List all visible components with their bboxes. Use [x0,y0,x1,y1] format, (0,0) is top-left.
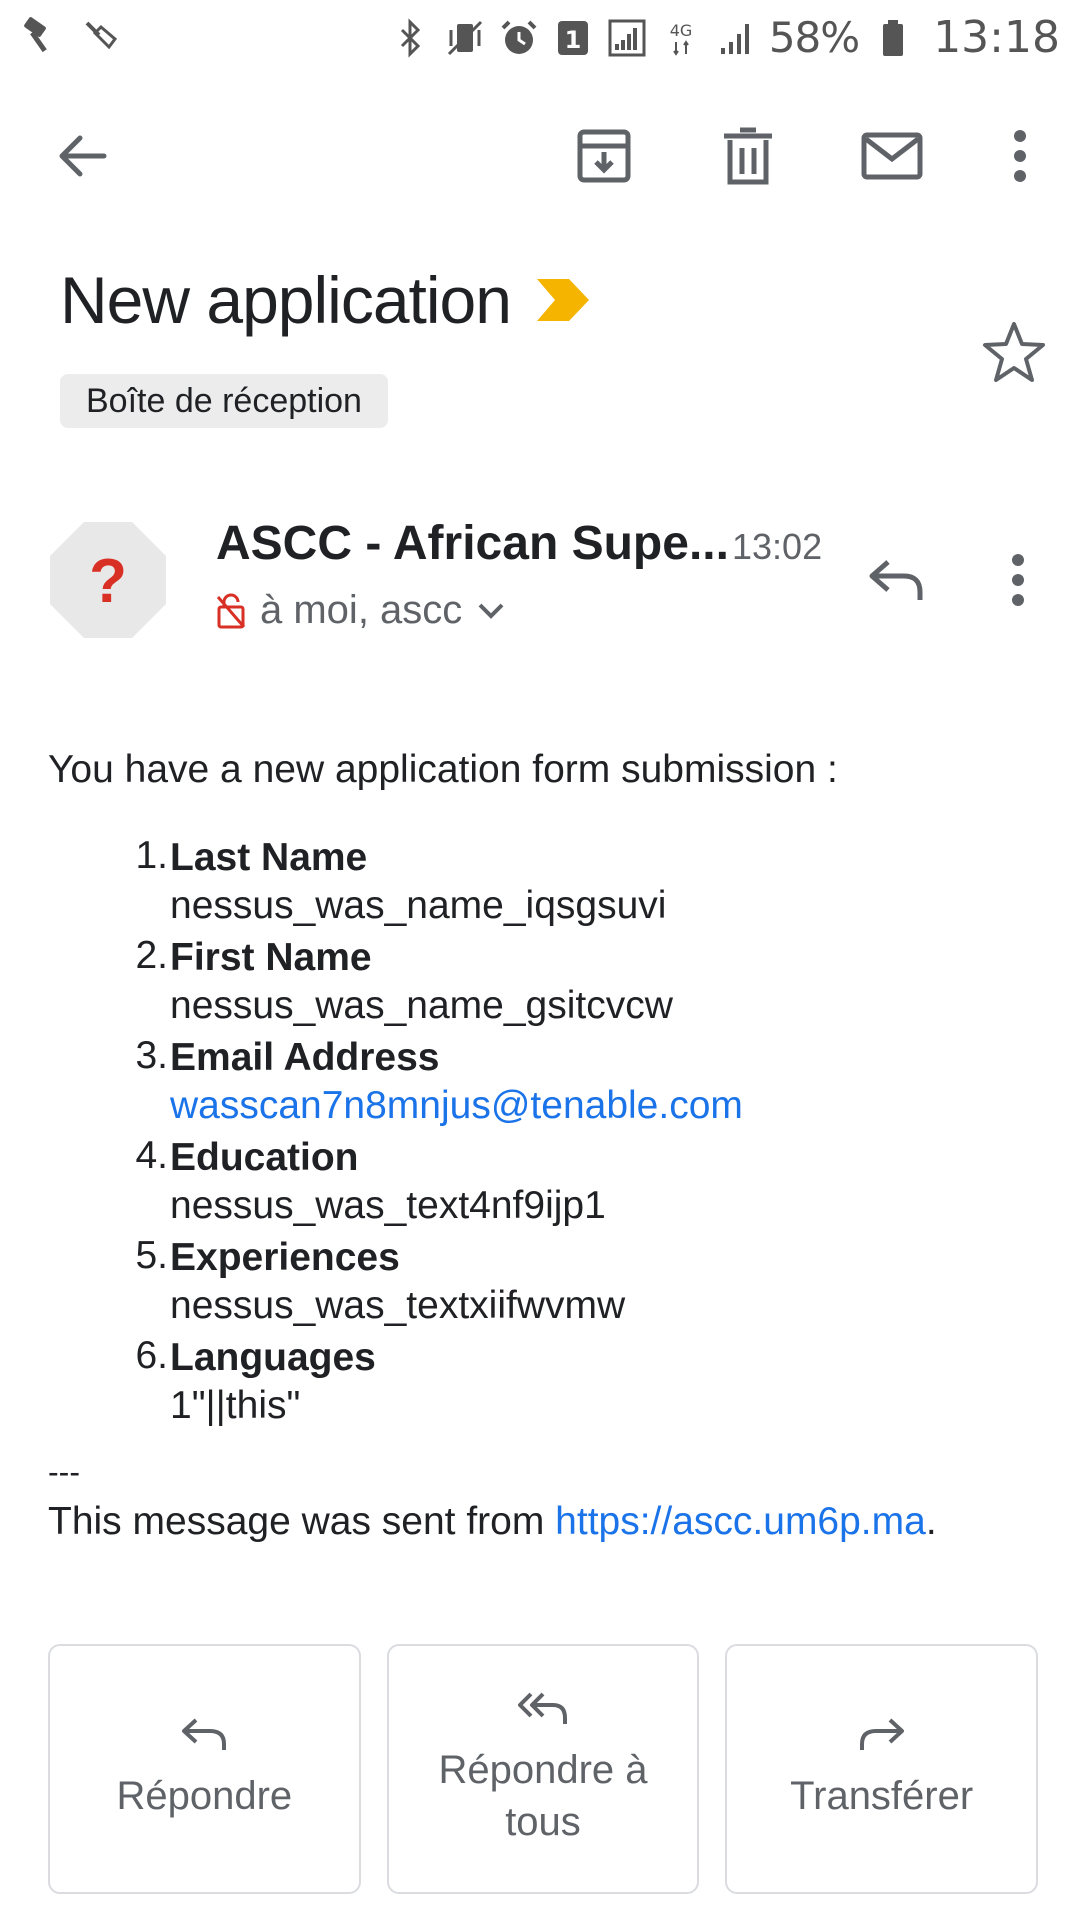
battery-percentage: 58% [768,13,860,62]
email-link[interactable]: wasscan7n8mnjus@tenable.com [170,1082,743,1130]
footer-suffix: . [925,1500,937,1543]
more-vert-icon [1012,554,1024,606]
field-item: 2. First Name nessus_was_name_gsitcvcw [120,934,743,1030]
field-item: 1. Last Name nessus_was_name_iqsgsuvi [120,834,743,930]
delete-button[interactable] [692,100,804,212]
sender-avatar[interactable]: ? [48,520,168,640]
field-value: 1"||this" [170,1384,301,1427]
recipients-text: à moi, ascc [260,588,463,632]
mark-unread-button[interactable] [836,100,948,212]
battery-icon [873,16,913,60]
field-item: 5. Experiences nessus_was_textxiifwvmw [120,1234,743,1330]
importance-marker-icon[interactable] [535,277,591,323]
status-bar: 1 4G 58% 13:18 [0,0,1080,78]
field-number: 6. [135,1334,168,1377]
email-toolbar [0,100,1080,212]
hammer-icon [18,14,58,58]
subject-line: New application [60,262,591,338]
message-more-button[interactable] [988,540,1048,620]
submission-fields: 1. Last Name nessus_was_name_iqsgsuvi 2.… [120,834,743,1434]
reply-icon [182,1718,227,1750]
field-label: First Name [170,936,372,979]
footer-prefix: This message was sent from [48,1500,556,1543]
sender-name[interactable]: ASCC - African Supe... [216,516,729,571]
inbox-label-chip[interactable]: Boîte de réception [60,374,388,428]
field-value: nessus_was_name_iqsgsuvi [170,884,667,927]
body-intro: You have a new application form submissi… [48,748,838,791]
recipients-row[interactable]: à moi, ascc [216,588,506,633]
star-icon[interactable] [982,320,1046,384]
field-number: 1. [135,834,168,877]
forward-label: Transférer [790,1774,974,1818]
trash-icon [724,127,772,185]
field-label: Education [170,1136,359,1179]
alarm-icon [499,16,539,60]
back-button[interactable] [26,100,138,212]
field-number: 4. [135,1134,168,1177]
field-label: Languages [170,1336,376,1379]
field-value: nessus_was_name_gsitcvcw [170,984,673,1027]
email-subject: New application [60,263,512,337]
reply-all-label: Répondre à tous [438,1748,648,1844]
reply-label: Répondre [116,1774,293,1818]
signature-separator: --- [48,1454,80,1490]
field-label: Experiences [170,1236,400,1279]
unknown-sender-question-icon: ? [89,547,127,616]
action-buttons: Répondre Répondre à tous Transférer [48,1644,1039,1894]
reply-all-button[interactable]: Répondre à tous [386,1644,700,1894]
field-number: 3. [135,1034,168,1077]
archive-button[interactable] [548,100,660,212]
field-number: 5. [135,1234,168,1277]
back-arrow-icon [59,135,107,177]
reply-icon [869,560,923,600]
reply-all-icon [518,1692,567,1724]
forward-button[interactable]: Transférer [725,1644,1039,1894]
forward-icon [859,1718,904,1750]
field-value: nessus_was_text4nf9ijp1 [170,1184,606,1227]
reply-button[interactable]: Répondre [48,1644,361,1894]
notification-badge-icon: 1 [553,16,593,60]
notification-count: 1 [564,26,581,54]
field-number: 2. [135,934,168,977]
unencrypted-lock-icon [216,593,246,628]
vibrate-icon [445,16,485,60]
footer-link[interactable]: https://ascc.um6p.ma [555,1500,926,1543]
chevron-down-icon [478,603,504,619]
email-time: 13:02 [732,526,823,567]
field-label: Last Name [170,836,368,879]
field-value: nessus_was_textxiifwvmw [170,1284,626,1327]
signal-icon [607,16,647,60]
more-vert-icon [1014,130,1026,182]
more-options-button[interactable] [990,100,1050,212]
network-4g-icon: 4G [661,16,701,60]
field-item: 6. Languages 1"||this" [120,1334,743,1430]
reply-quick-button[interactable] [856,540,936,620]
clock: 13:18 [933,12,1060,63]
bluetooth-icon [391,16,431,60]
broom-icon [80,14,120,58]
field-label: Email Address [170,1036,440,1079]
network-type-label: 4G [670,21,693,40]
mail-icon [861,132,923,180]
signal-bars-icon [715,16,755,60]
archive-icon [577,129,631,183]
footer-text: This message was sent from https://ascc.… [48,1500,937,1544]
field-item: 4. Education nessus_was_text4nf9ijp1 [120,1134,743,1230]
field-item: 3. Email Address wasscan7n8mnjus@tenable… [120,1034,743,1130]
